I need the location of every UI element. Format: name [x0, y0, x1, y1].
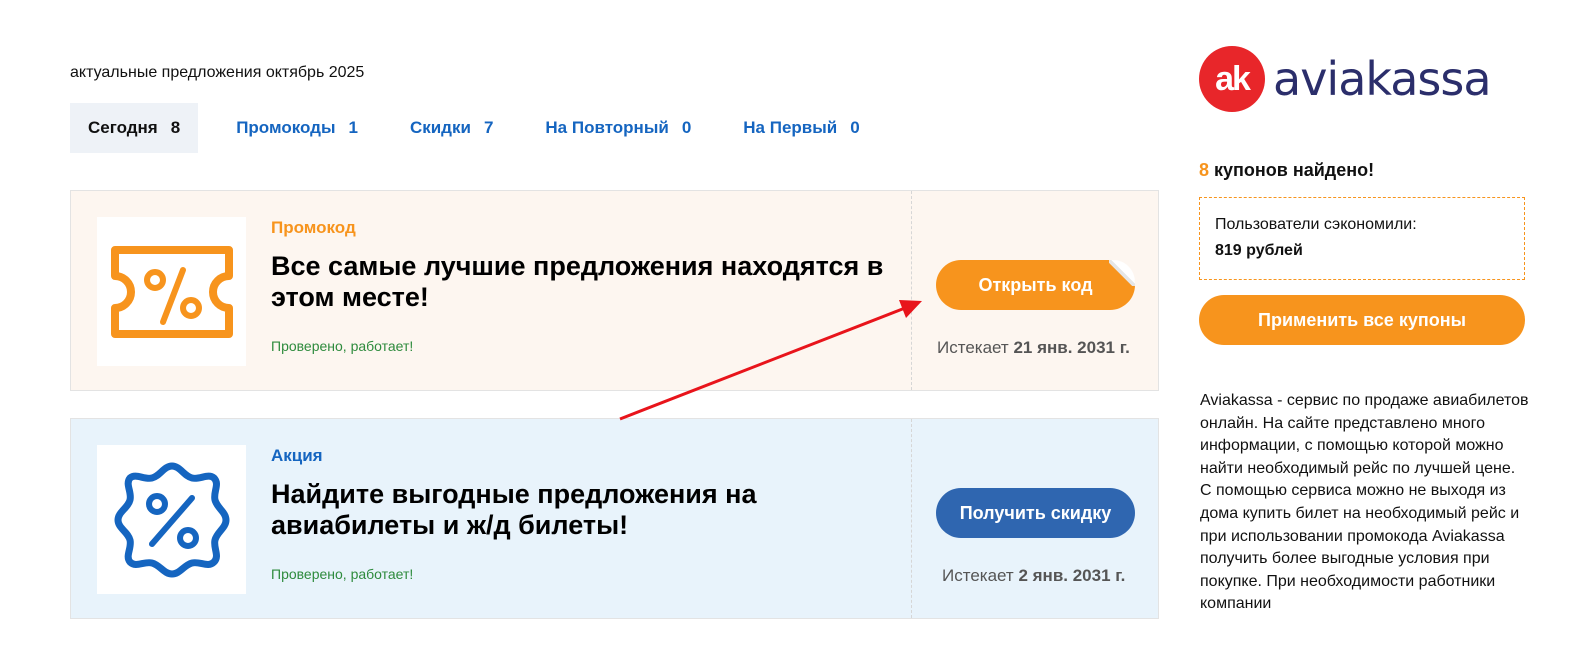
button-label: Получить скидку — [959, 502, 1112, 523]
offer-expires: Истекает 21 янв. 2031 г. — [937, 338, 1130, 358]
offer-title: Найдите выгодные предложения на авиабиле… — [271, 479, 757, 540]
savings-label: Пользователи сэкономили: — [1215, 216, 1417, 233]
tab-count: 0 — [681, 118, 692, 137]
tab-first[interactable]: На Первый 0 — [725, 103, 877, 153]
offer-verified: Проверено, работает! — [271, 566, 414, 582]
tab-discounts[interactable]: Скидки 7 — [392, 103, 511, 153]
tab-label: Промокоды — [236, 118, 336, 137]
tab-promocodes[interactable]: Промокоды 1 — [218, 103, 376, 153]
tab-repeat[interactable]: На Повторный 0 — [527, 103, 709, 153]
offer-expires: Истекает 2 янв. 2031 г. — [942, 566, 1125, 586]
brand-logo[interactable]: ak aviakassa — [1199, 46, 1492, 112]
offer-card-promocode: Промокод Все самые лучшие предложения на… — [70, 190, 1159, 391]
button-label: Открыть код — [978, 274, 1093, 295]
tab-bar: Сегодня 8 Промокоды 1 Скидки 7 На Повтор… — [70, 103, 894, 153]
store-description: Aviakassa - сервис по продаже авиабилето… — [1200, 392, 1529, 613]
open-code-button[interactable]: Открыть код — [936, 260, 1135, 310]
card-divider — [911, 191, 912, 390]
expires-date: 21 янв. 2031 г. — [1013, 338, 1130, 357]
expires-date: 2 янв. 2031 г. — [1018, 566, 1126, 585]
tab-count: 1 — [348, 118, 358, 137]
offer-verified: Проверено, работает! — [271, 338, 414, 354]
tab-count: 7 — [483, 118, 494, 137]
offer-logo — [97, 217, 246, 366]
tab-label: Скидки — [409, 118, 471, 137]
offer-title: Все самые лучшие предложения находятся в… — [271, 251, 884, 312]
tab-label: На Повторный — [545, 118, 669, 137]
tab-label: Сегодня — [88, 118, 158, 137]
offer-type: Акция — [271, 446, 323, 465]
card-divider — [911, 419, 912, 618]
savings-amount: 819 рублей — [1215, 242, 1303, 259]
button-label: Применить все купоны — [1258, 309, 1466, 330]
expires-label: Истекает — [942, 566, 1014, 585]
offer-logo — [97, 445, 246, 594]
apply-all-coupons-button[interactable]: Применить все купоны — [1199, 295, 1525, 345]
offer-card-sale: Акция Найдите выгодные предложения на ав… — [70, 418, 1159, 619]
brand-name: aviakassa — [1273, 52, 1492, 106]
tab-count: 8 — [170, 118, 181, 137]
tab-today[interactable]: Сегодня 8 — [70, 103, 199, 153]
expires-label: Истекает — [937, 338, 1009, 357]
ticket-percent-icon — [110, 245, 233, 338]
page-subtitle: актуальные предложения октябрь 2025 — [70, 64, 365, 81]
brand-mark: ak — [1199, 46, 1265, 112]
coupons-found: 8 купонов найдено! — [1199, 160, 1374, 181]
tab-label: На Первый — [743, 118, 838, 137]
coupons-found-count: 8 — [1199, 160, 1210, 180]
badge-percent-icon — [114, 462, 229, 577]
peel-corner — [1109, 260, 1135, 286]
coupons-found-text: купонов найдено! — [1214, 160, 1375, 180]
get-discount-button[interactable]: Получить скидку — [936, 488, 1135, 538]
tab-count: 0 — [850, 118, 860, 137]
offer-type: Промокод — [271, 218, 356, 237]
savings-box: Пользователи сэкономили: 819 рублей — [1199, 197, 1525, 280]
